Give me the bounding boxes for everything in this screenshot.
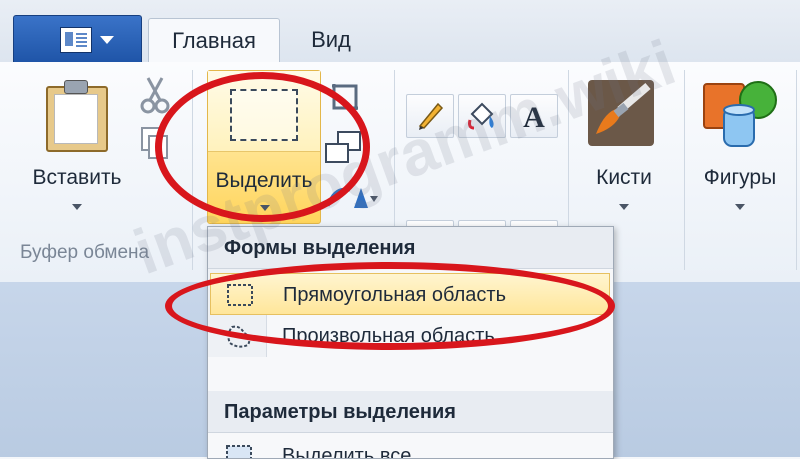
app-menu-icon bbox=[60, 27, 92, 53]
pencil-icon bbox=[418, 102, 444, 130]
select-dropdown-arrow[interactable] bbox=[260, 205, 270, 211]
paste-button-label[interactable]: Вставить bbox=[22, 166, 132, 190]
brush-icon[interactable] bbox=[586, 78, 656, 148]
menu-item-label: Выделить все bbox=[282, 445, 412, 458]
shapes-icon[interactable] bbox=[702, 78, 778, 150]
menu-header-selection-shapes: Формы выделения bbox=[208, 227, 613, 269]
tab-home[interactable]: Главная bbox=[148, 18, 280, 64]
brushes-button-label[interactable]: Кисти bbox=[574, 166, 674, 190]
divider bbox=[684, 70, 685, 270]
clipboard-group-label: Буфер обмена bbox=[20, 242, 150, 263]
text-tool[interactable]: A bbox=[510, 94, 558, 138]
paste-dropdown-arrow[interactable] bbox=[72, 204, 82, 210]
brushes-dropdown-arrow[interactable] bbox=[619, 204, 629, 210]
menu-header-selection-options: Параметры выделения bbox=[208, 391, 613, 433]
tab-bar: Главная Вид bbox=[0, 0, 800, 64]
divider bbox=[192, 70, 193, 270]
shapes-dropdown-arrow[interactable] bbox=[735, 204, 745, 210]
app-menu-button[interactable] bbox=[13, 15, 142, 62]
svg-text:A: A bbox=[523, 101, 545, 132]
crop-icon[interactable] bbox=[328, 80, 362, 114]
pencil-tool[interactable] bbox=[406, 94, 454, 138]
select-button-label: Выделить bbox=[215, 169, 313, 192]
chevron-down-icon bbox=[100, 36, 114, 44]
divider bbox=[796, 70, 797, 270]
menu-item-rect-selection[interactable]: Прямоугольная область bbox=[210, 273, 610, 315]
rotate-icon[interactable] bbox=[324, 182, 378, 212]
selection-dropdown-menu: Формы выделения Прямоугольная область Пр… bbox=[207, 226, 614, 459]
text-icon: A bbox=[523, 101, 545, 132]
shapes-button-label[interactable]: Фигуры bbox=[690, 166, 790, 190]
menu-item-free-selection[interactable]: Произвольная область bbox=[210, 315, 610, 357]
free-select-icon bbox=[227, 325, 251, 348]
rect-select-icon bbox=[230, 89, 298, 141]
select-button[interactable]: Выделить bbox=[207, 70, 321, 224]
fill-icon bbox=[468, 102, 494, 130]
select-all-icon bbox=[226, 445, 252, 458]
rect-select-icon bbox=[227, 284, 253, 306]
cut-icon[interactable] bbox=[140, 76, 170, 116]
resize-icon[interactable] bbox=[324, 130, 364, 168]
menu-item-label: Прямоугольная область bbox=[283, 284, 506, 306]
paste-icon[interactable] bbox=[46, 80, 108, 152]
menu-item-select-all[interactable]: Выделить все bbox=[210, 435, 610, 458]
copy-icon[interactable] bbox=[140, 126, 170, 162]
fill-tool[interactable] bbox=[458, 94, 506, 138]
tab-view[interactable]: Вид bbox=[296, 18, 366, 62]
menu-item-label: Произвольная область bbox=[282, 325, 495, 347]
